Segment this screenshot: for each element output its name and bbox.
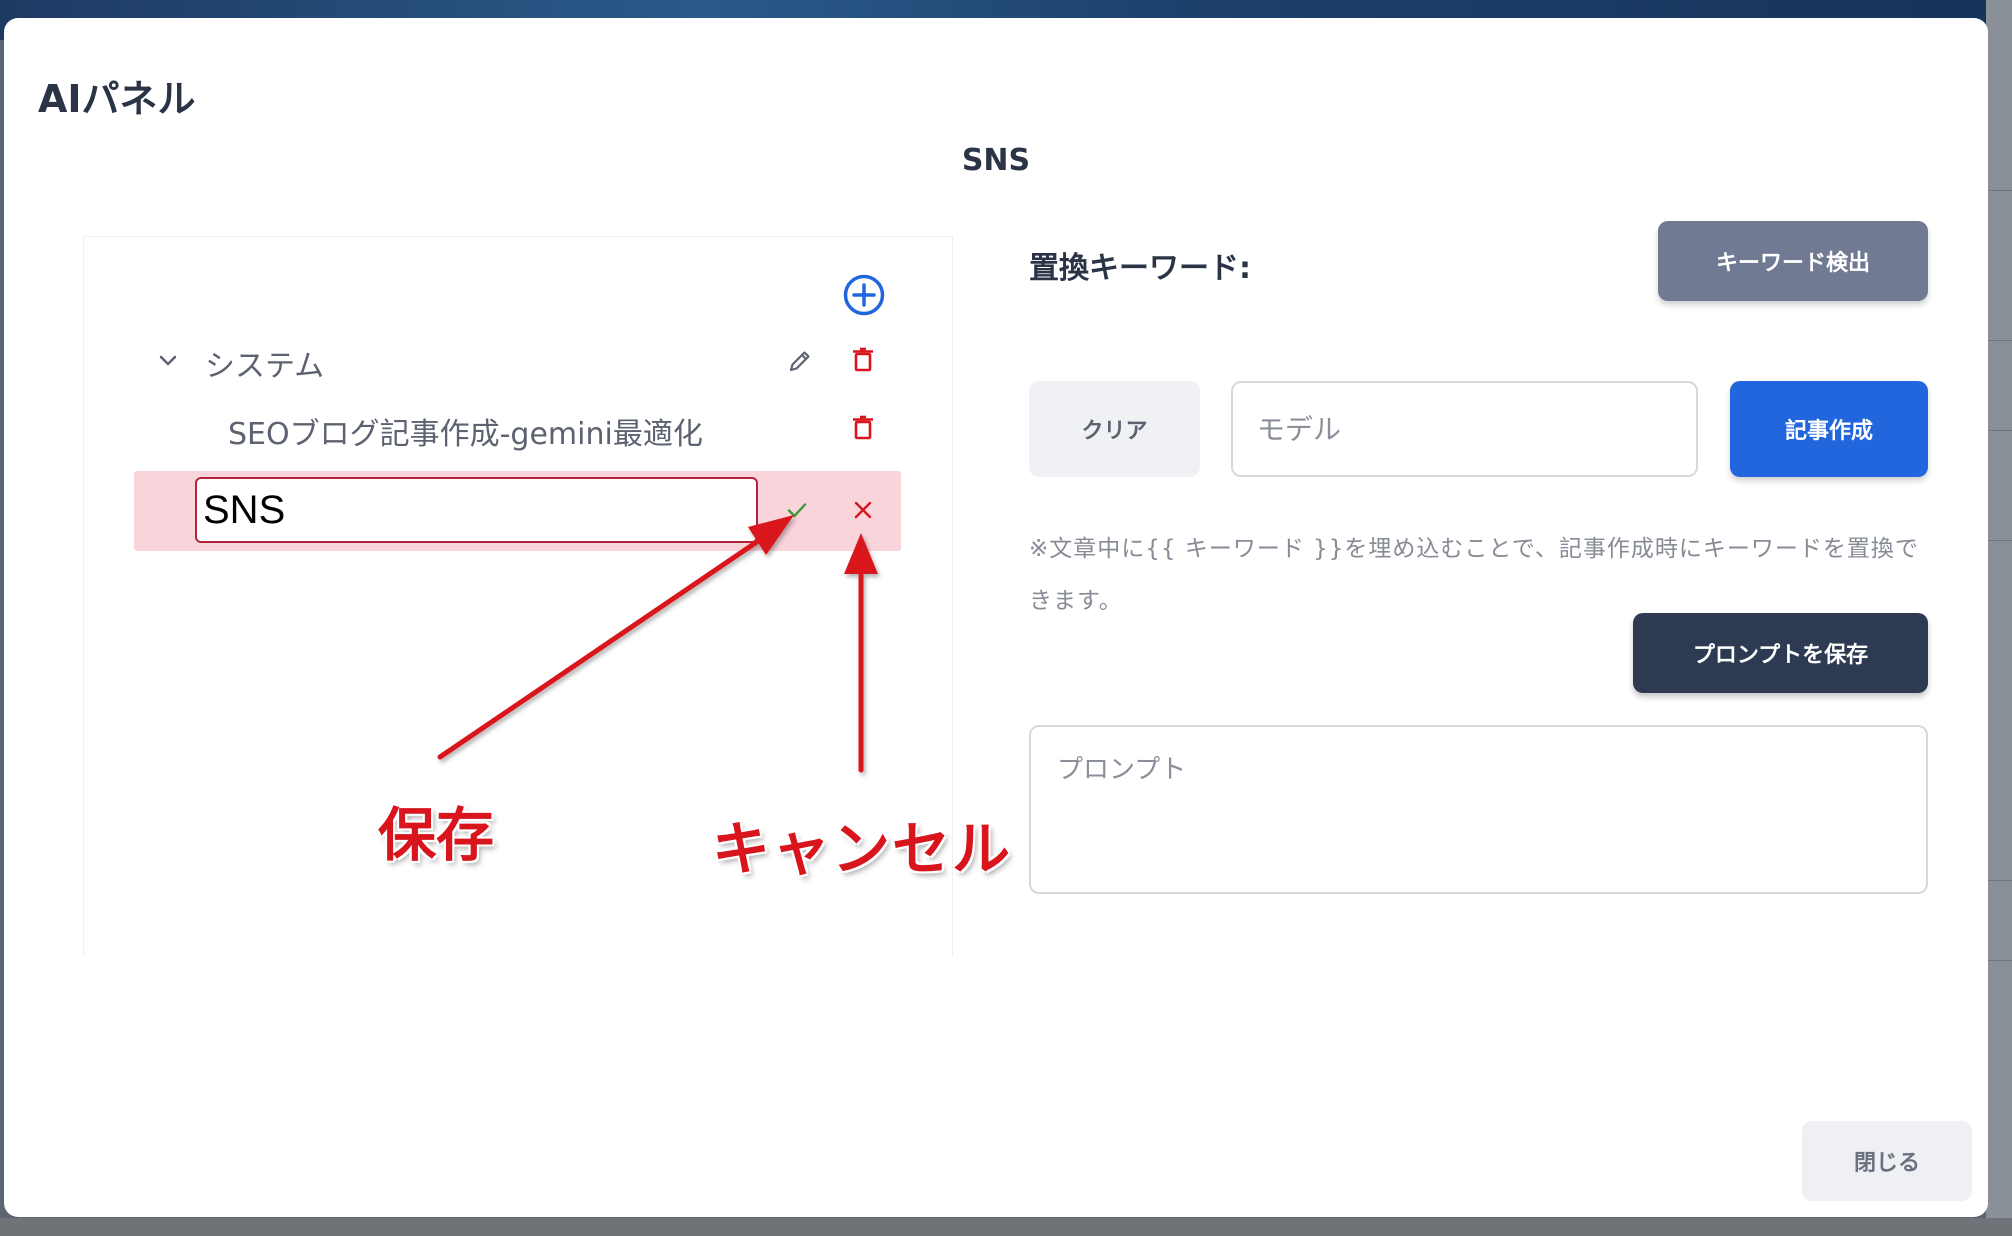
chevron-down-icon [159, 355, 177, 366]
annotation-cancel-label: キャンセル [712, 815, 1013, 883]
prompt-textarea[interactable] [1029, 725, 1928, 894]
folder-label: システム [205, 349, 325, 384]
plus-circle-icon [843, 274, 885, 316]
tree-item-editing [134, 471, 901, 551]
save-prompt-button[interactable]: プロンプトを保存 [1633, 613, 1928, 693]
model-input[interactable] [1231, 381, 1698, 477]
tree-item-seo-blog[interactable]: SEOブログ記事作成-gemini最適化 [84, 399, 952, 459]
tree-item-label: SEOブログ記事作成-gemini最適化 [228, 417, 703, 452]
detect-keyword-button[interactable]: キーワード検出 [1658, 221, 1928, 301]
folder-toggle[interactable] [154, 347, 182, 375]
ai-panel-modal: AIパネル SNS システム SEOブログ記事作成-gemini最適化 SNS … [4, 18, 1988, 1217]
trash-icon [853, 347, 873, 372]
annotation-save-label: 保存 [378, 801, 495, 869]
cancel-rename-button[interactable] [845, 492, 881, 528]
delete-folder-button[interactable] [847, 344, 879, 376]
create-article-button[interactable]: 記事作成 [1730, 381, 1928, 477]
modal-title: AIパネル [38, 77, 196, 121]
check-icon [787, 503, 807, 518]
confirm-rename-button[interactable] [779, 492, 815, 528]
background-footer [0, 1218, 2012, 1236]
pencil-icon [789, 351, 810, 372]
clear-button[interactable]: クリア [1029, 381, 1200, 477]
close-button[interactable]: 閉じる [1802, 1121, 1972, 1201]
replace-keyword-label: 置換キーワード: [1029, 251, 1251, 286]
delete-prompt-button[interactable] [847, 412, 879, 444]
rename-folder-button[interactable] [784, 345, 816, 377]
trash-icon [853, 415, 873, 440]
close-icon [854, 501, 872, 519]
prompt-title: SNS [961, 143, 1031, 178]
tree-folder-system[interactable]: システム [84, 331, 952, 391]
rename-input[interactable] [195, 477, 758, 543]
background-page [1986, 0, 2012, 1236]
keyword-help-note: ※文章中に{{ キーワード }}を埋め込むことで、記事作成時にキーワードを置換で… [1029, 536, 1919, 614]
add-prompt-button[interactable] [842, 273, 886, 317]
